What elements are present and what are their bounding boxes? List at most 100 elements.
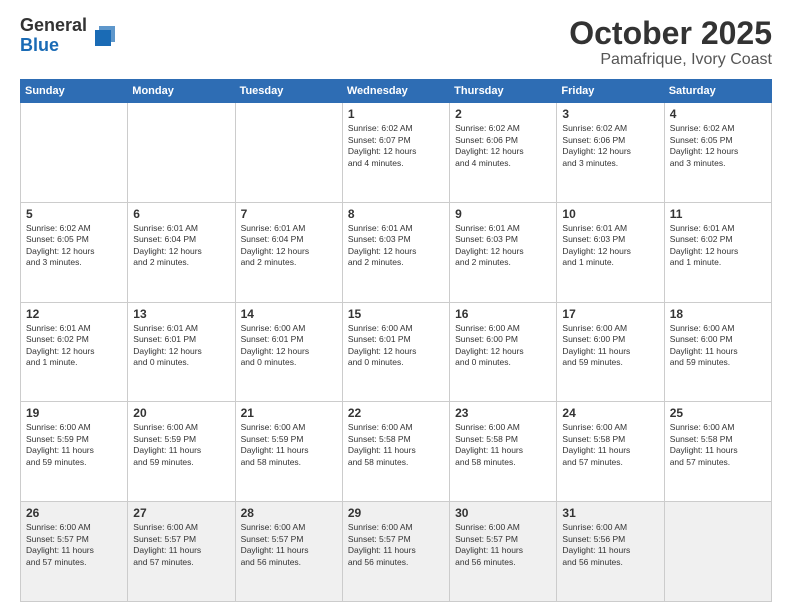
day-number: 28 [241,506,337,520]
day-info: Sunrise: 6:00 AM Sunset: 5:59 PM Dayligh… [241,422,337,468]
logo-general: General [20,16,87,36]
day-info: Sunrise: 6:02 AM Sunset: 6:06 PM Dayligh… [455,123,551,169]
calendar-cell: 29Sunrise: 6:00 AM Sunset: 5:57 PM Dayli… [342,502,449,602]
header-monday: Monday [128,80,235,103]
calendar-cell: 8 Sunrise: 6:01 AM Sunset: 6:03 PM Daylig… [342,202,449,302]
calendar-cell: 26 Sunrise: 6:00 AM Sunset: 5:57 PM Dayli… [21,502,128,602]
calendar-cell: 6 Sunrise: 6:01 AM Sunset: 6:04 PM Daylig… [128,202,235,302]
calendar-cell: 14 Sunrise: 6:00 AM Sunset: 6:01 PM Dayli… [235,302,342,402]
day-info: Sunrise: 6:01 AM Sunset: 6:02 PM Dayligh… [26,323,122,369]
day-number: 18 [670,307,766,321]
calendar-cell: 12 Sunrise: 6:01 AM Sunset: 6:02 PM Dayli… [21,302,128,402]
day-info: Sunrise: 6:00 AM Sunset: 5:57 PM Dayligh… [241,522,337,568]
calendar-cell: 31Sunrise: 6:00 AM Sunset: 5:56 PM Dayli… [557,502,664,602]
calendar-cell: 20Sunrise: 6:00 AM Sunset: 5:59 PM Dayli… [128,402,235,502]
day-info: Sunrise: 6:02 AM Sunset: 6:05 PM Dayligh… [26,223,122,269]
day-info: Sunrise: 6:00 AM Sunset: 6:00 PM Dayligh… [670,323,766,369]
day-number: 5 [26,207,122,221]
calendar-cell: 13 Sunrise: 6:01 AM Sunset: 6:01 PM Dayli… [128,302,235,402]
day-number: 12 [26,307,122,321]
weekday-header-row: Sunday Monday Tuesday Wednesday Thursday… [21,80,772,103]
title-section: October 2025 Pamafrique, Ivory Coast [569,16,772,69]
day-number: 30 [455,506,551,520]
calendar-cell [21,103,128,203]
day-number: 11 [670,207,766,221]
day-info: Sunrise: 6:00 AM Sunset: 5:58 PM Dayligh… [455,422,551,468]
day-number: 26 [26,506,122,520]
day-info: Sunrise: 6:01 AM Sunset: 6:04 PM Dayligh… [133,223,229,269]
calendar-cell: 25 Sunrise: 6:00 AM Sunset: 5:58 PM Dayli… [664,402,771,502]
calendar-cell: 1 Sunrise: 6:02 AM Sunset: 6:07 PM Daylig… [342,103,449,203]
day-number: 21 [241,406,337,420]
calendar-cell: 10Sunrise: 6:01 AM Sunset: 6:03 PM Dayli… [557,202,664,302]
day-number: 9 [455,207,551,221]
header: General Blue October 2025 Pamafrique, Iv… [20,16,772,69]
header-wednesday: Wednesday [342,80,449,103]
calendar-cell: 2Sunrise: 6:02 AM Sunset: 6:06 PM Daylig… [450,103,557,203]
day-info: Sunrise: 6:01 AM Sunset: 6:03 PM Dayligh… [348,223,444,269]
calendar-cell: 11Sunrise: 6:01 AM Sunset: 6:02 PM Dayli… [664,202,771,302]
header-tuesday: Tuesday [235,80,342,103]
month-title: October 2025 [569,16,772,51]
day-number: 15 [348,307,444,321]
day-info: Sunrise: 6:01 AM Sunset: 6:03 PM Dayligh… [455,223,551,269]
calendar-cell: 9 Sunrise: 6:01 AM Sunset: 6:03 PM Daylig… [450,202,557,302]
calendar-cell: 18 Sunrise: 6:00 AM Sunset: 6:00 PM Dayli… [664,302,771,402]
calendar-cell: 27Sunrise: 6:00 AM Sunset: 5:57 PM Dayli… [128,502,235,602]
day-info: Sunrise: 6:02 AM Sunset: 6:06 PM Dayligh… [562,123,658,169]
day-info: Sunrise: 6:00 AM Sunset: 5:58 PM Dayligh… [348,422,444,468]
day-info: Sunrise: 6:01 AM Sunset: 6:01 PM Dayligh… [133,323,229,369]
calendar-table: Sunday Monday Tuesday Wednesday Thursday… [20,79,772,602]
calendar-row-4: 26 Sunrise: 6:00 AM Sunset: 5:57 PM Dayli… [21,502,772,602]
calendar-cell [235,103,342,203]
logo-blue: Blue [20,36,87,56]
calendar-cell: 22 Sunrise: 6:00 AM Sunset: 5:58 PM Dayli… [342,402,449,502]
day-info: Sunrise: 6:00 AM Sunset: 6:01 PM Dayligh… [241,323,337,369]
calendar-cell: 21 Sunrise: 6:00 AM Sunset: 5:59 PM Dayli… [235,402,342,502]
day-info: Sunrise: 6:00 AM Sunset: 5:57 PM Dayligh… [133,522,229,568]
calendar-cell: 15 Sunrise: 6:00 AM Sunset: 6:01 PM Dayli… [342,302,449,402]
day-number: 17 [562,307,658,321]
calendar-cell: 24Sunrise: 6:00 AM Sunset: 5:58 PM Dayli… [557,402,664,502]
day-info: Sunrise: 6:00 AM Sunset: 6:01 PM Dayligh… [348,323,444,369]
day-number: 25 [670,406,766,420]
day-number: 14 [241,307,337,321]
day-info: Sunrise: 6:00 AM Sunset: 5:59 PM Dayligh… [133,422,229,468]
day-number: 3 [562,107,658,121]
calendar-cell: 17 Sunrise: 6:00 AM Sunset: 6:00 PM Dayli… [557,302,664,402]
day-info: Sunrise: 6:00 AM Sunset: 5:57 PM Dayligh… [348,522,444,568]
day-info: Sunrise: 6:00 AM Sunset: 6:00 PM Dayligh… [562,323,658,369]
day-info: Sunrise: 6:00 AM Sunset: 6:00 PM Dayligh… [455,323,551,369]
calendar-cell: 5 Sunrise: 6:02 AM Sunset: 6:05 PM Daylig… [21,202,128,302]
calendar-cell: 7 Sunrise: 6:01 AM Sunset: 6:04 PM Daylig… [235,202,342,302]
calendar-row-2: 12 Sunrise: 6:01 AM Sunset: 6:02 PM Dayli… [21,302,772,402]
day-number: 1 [348,107,444,121]
day-number: 8 [348,207,444,221]
day-number: 19 [26,406,122,420]
day-number: 7 [241,207,337,221]
calendar-cell: 16 Sunrise: 6:00 AM Sunset: 6:00 PM Dayli… [450,302,557,402]
header-friday: Friday [557,80,664,103]
header-thursday: Thursday [450,80,557,103]
page: General Blue October 2025 Pamafrique, Iv… [0,0,792,612]
calendar-cell: 3 Sunrise: 6:02 AM Sunset: 6:06 PM Daylig… [557,103,664,203]
day-info: Sunrise: 6:02 AM Sunset: 6:07 PM Dayligh… [348,123,444,169]
day-number: 16 [455,307,551,321]
day-info: Sunrise: 6:00 AM Sunset: 5:58 PM Dayligh… [670,422,766,468]
day-number: 31 [562,506,658,520]
day-number: 13 [133,307,229,321]
day-info: Sunrise: 6:00 AM Sunset: 5:57 PM Dayligh… [455,522,551,568]
day-info: Sunrise: 6:00 AM Sunset: 5:59 PM Dayligh… [26,422,122,468]
logo: General Blue [20,16,119,56]
day-number: 6 [133,207,229,221]
calendar-row-1: 5 Sunrise: 6:02 AM Sunset: 6:05 PM Daylig… [21,202,772,302]
day-info: Sunrise: 6:01 AM Sunset: 6:04 PM Dayligh… [241,223,337,269]
location: Pamafrique, Ivory Coast [569,51,772,69]
calendar-cell: 4 Sunrise: 6:02 AM Sunset: 6:05 PM Daylig… [664,103,771,203]
day-number: 4 [670,107,766,121]
day-number: 22 [348,406,444,420]
day-info: Sunrise: 6:00 AM Sunset: 5:57 PM Dayligh… [26,522,122,568]
day-number: 24 [562,406,658,420]
calendar-cell [128,103,235,203]
day-info: Sunrise: 6:02 AM Sunset: 6:05 PM Dayligh… [670,123,766,169]
